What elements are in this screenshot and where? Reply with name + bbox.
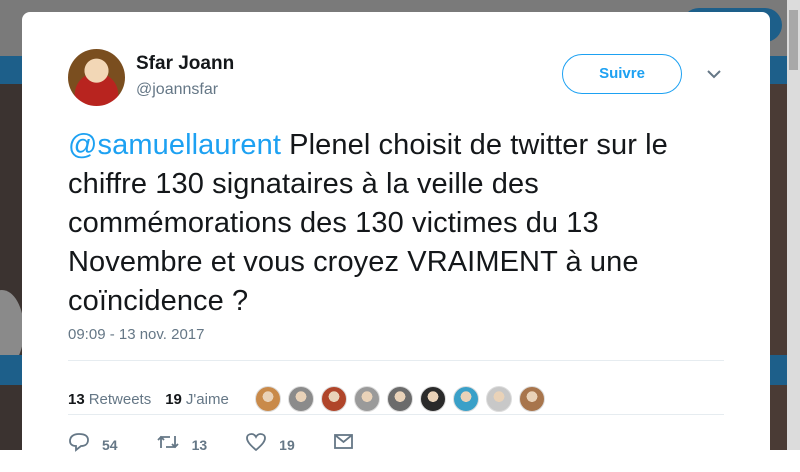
liker-avatar[interactable] [452,386,479,412]
background-left-bar [0,355,22,385]
reply-icon [69,433,89,452]
user-name[interactable]: Sfar Joann [136,53,234,75]
scrollbar-thumb[interactable] [789,10,798,70]
liker-avatar[interactable] [386,386,413,412]
likes-stat[interactable]: 19 J'aime [165,391,229,408]
retweets-count: 13 [68,390,85,408]
reply-count: 54 [102,437,118,453]
liker-avatar[interactable] [518,386,545,412]
retweets-label: Retweets [88,390,152,408]
liker-avatar[interactable] [287,386,314,412]
liker-avatar[interactable] [320,386,347,412]
follow-button[interactable]: Suivre [562,54,682,94]
chevron-down-icon[interactable] [706,68,722,80]
liker-avatar[interactable] [485,386,512,412]
retweet-icon [156,435,179,449]
divider-bottom [68,414,724,415]
like-count: 19 [279,437,295,453]
heart-icon [246,433,267,452]
tweet-modal: Sfar Joann @joannsfar Suivre @samuellaur… [22,12,770,472]
tweet-timestamp[interactable]: 09:09 - 13 nov. 2017 [68,326,205,343]
likers-avatars [254,386,552,412]
mention-link[interactable]: @samuellaurent [68,129,281,161]
background-left-panel [0,84,22,450]
liker-avatar[interactable] [254,386,281,412]
retweet-count: 13 [191,437,208,453]
divider-top [68,360,724,361]
retweets-stat[interactable]: 13 Retweets [68,391,151,408]
tweet-stats: 13 Retweets 19 J'aime [68,373,552,425]
user-handle[interactable]: @joannsfar [136,81,218,99]
liker-avatar[interactable] [353,386,380,412]
envelope-icon [333,434,353,449]
avatar[interactable] [68,49,125,106]
likes-label: J'aime [185,390,229,408]
tweet-text: @samuellaurent Plenel choisit de twitter… [68,126,728,321]
liker-avatar[interactable] [419,386,446,412]
likes-count: 19 [165,390,182,408]
